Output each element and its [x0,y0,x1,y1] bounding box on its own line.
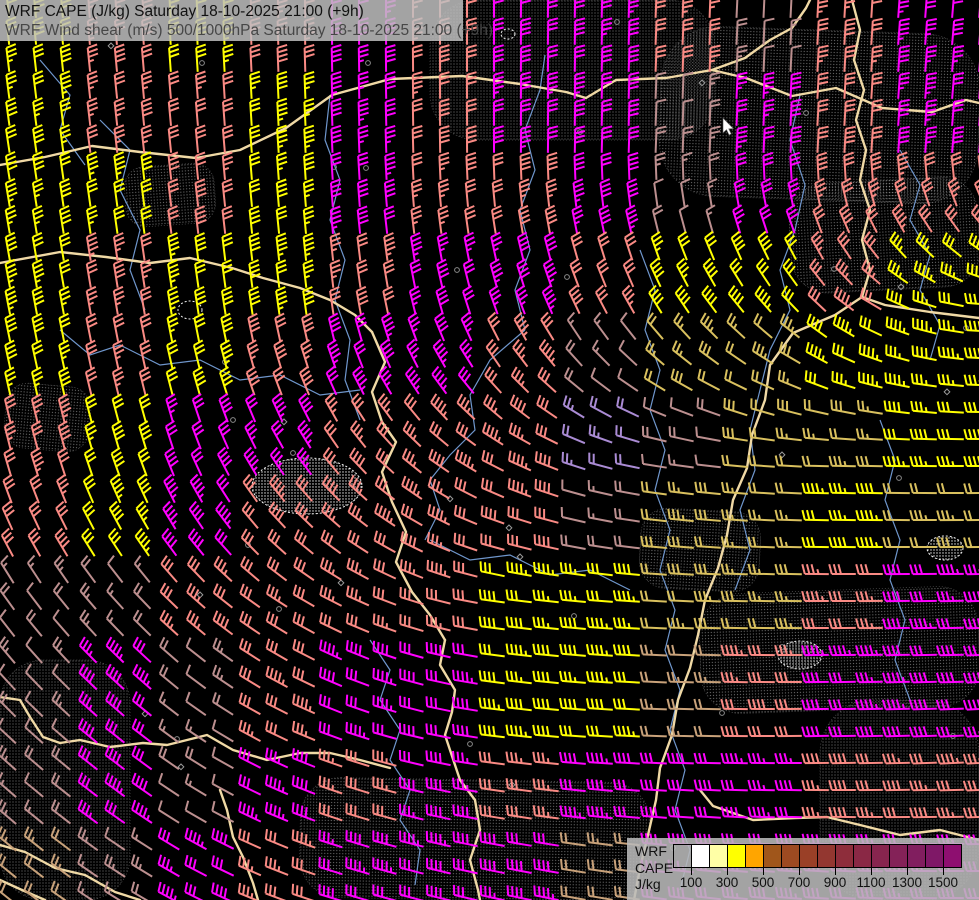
legend-cell-5 [763,844,782,868]
legend-cell-4 [745,844,764,868]
legend-cell-6 [781,844,800,868]
legend-colorbar [673,844,962,868]
legend-tick [691,867,692,875]
legend-cell-9 [835,844,854,868]
legend-cell-1 [691,844,710,868]
legend-cell-12 [889,844,908,868]
legend-cell-13 [907,844,926,868]
stipple-patch [698,585,979,715]
title-line-cape: WRF CAPE (J/kg) Saturday 18-10-2025 21:0… [5,2,463,21]
cape-legend: WRF CAPE J/kg 100 300 500 700 900 1100 1300 150… [627,838,979,900]
legend-labels: WRF CAPE J/kg [635,843,673,893]
legend-cell-3 [727,844,746,868]
legend-tick-label: 700 [788,875,811,890]
legend-cell-8 [817,844,836,868]
legend-tick [943,867,944,875]
legend-label-cape: CAPE [635,860,673,877]
legend-cell-2 [709,844,728,868]
legend-tick-label: 900 [824,875,847,890]
legend-cell-0 [673,844,692,868]
legend-tick-label: 1500 [928,875,958,890]
stipple-patch [2,381,92,453]
legend-tick [835,867,836,875]
title-overlay: WRF CAPE (J/kg) Saturday 18-10-2025 21:0… [0,0,463,41]
legend-tick [763,867,764,875]
map-canvas [0,0,979,900]
legend-label-unit: J/kg [635,876,673,893]
legend-cell-14 [925,844,944,868]
legend-cell-11 [871,844,890,868]
title-line-shear: WRF Wind shear (m/s) 500/1000hPa Saturda… [5,21,463,40]
legend-tick-label: 500 [752,875,775,890]
legend-tick [799,867,800,875]
legend-tick-label: 300 [716,875,739,890]
legend-tick-label: 1300 [892,875,922,890]
legend-cell-7 [799,844,818,868]
legend-cell-15 [943,844,962,868]
legend-tick-label: 100 [680,875,703,890]
legend-tick-label: 1100 [856,875,885,890]
weather-map-screenshot: WRF CAPE (J/kg) Saturday 18-10-2025 21:0… [0,0,979,900]
legend-tick [907,867,908,875]
legend-label-wrf: WRF [635,843,673,860]
legend-tick [727,867,728,875]
legend-cell-10 [853,844,872,868]
legend-tick [871,867,872,875]
lake-outline [252,458,362,514]
